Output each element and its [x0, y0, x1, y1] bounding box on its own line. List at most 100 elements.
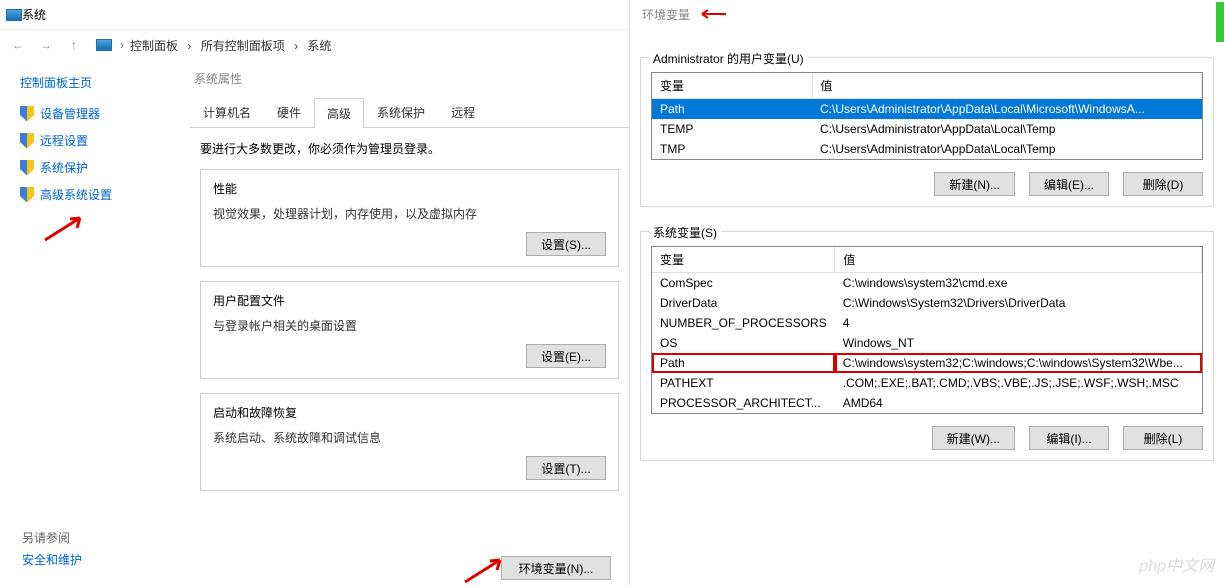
also-see-label: 另请参阅	[22, 529, 70, 546]
sidebar-item-label: 系统保护	[40, 159, 88, 176]
shield-icon	[20, 106, 34, 122]
breadcrumb-item[interactable]: 所有控制面板项	[201, 39, 285, 53]
sidebar-item-label: 高级系统设置	[40, 186, 112, 203]
forward-button[interactable]: →	[34, 33, 58, 57]
breadcrumb-item[interactable]: 控制面板	[130, 39, 178, 53]
sys-edit-button[interactable]: 编辑(I)...	[1029, 426, 1109, 450]
var-name-cell: TEMP	[652, 119, 812, 139]
column-header-variable[interactable]: 变量	[652, 73, 812, 99]
var-name-cell: PROCESSOR_ARCHITECT...	[652, 393, 835, 413]
user-edit-button[interactable]: 编辑(E)...	[1029, 172, 1109, 196]
table-row[interactable]: NUMBER_OF_PROCESSORS4	[652, 313, 1202, 333]
sidebar-item-protection[interactable]: 系统保护	[20, 159, 180, 176]
startup-settings-button[interactable]: 设置(T)...	[526, 456, 606, 480]
user-delete-button[interactable]: 删除(D)	[1123, 172, 1203, 196]
var-name-cell: OS	[652, 333, 835, 353]
var-value-cell: C:\Users\Administrator\AppData\Local\Tem…	[812, 119, 1202, 139]
user-profile-group: 用户配置文件 与登录帐户相关的桌面设置 设置(E)...	[200, 281, 619, 379]
sidebar-item-device-manager[interactable]: 设备管理器	[20, 105, 180, 122]
group-title: 用户配置文件	[213, 292, 606, 309]
user-new-button[interactable]: 新建(N)...	[934, 172, 1015, 196]
column-header-variable[interactable]: 变量	[652, 247, 835, 273]
shield-icon	[20, 187, 34, 203]
user-variables-fieldset: Administrator 的用户变量(U) 变量 值 PathC:\Users…	[640, 57, 1214, 207]
startup-recovery-group: 启动和故障恢复 系统启动、系统故障和调试信息 设置(T)...	[200, 393, 619, 491]
system-properties-title: 系统属性	[190, 70, 629, 87]
var-value-cell: C:\windows\system32;C:\windows;C:\window…	[835, 353, 1202, 373]
breadcrumb[interactable]: 控制面板 › 所有控制面板项 › 系统	[130, 37, 331, 54]
var-value-cell: 4	[835, 313, 1202, 333]
up-button[interactable]: ↑	[62, 33, 86, 57]
var-value-cell: .COM;.EXE;.BAT;.CMD;.VBS;.VBE;.JS;.JSE;.…	[835, 373, 1202, 393]
annotation-arrow-icon	[40, 212, 90, 242]
user-variables-label: Administrator 的用户变量(U)	[649, 50, 808, 67]
control-panel-sidebar: 控制面板主页 设备管理器 远程设置 系统保护 高级系统设置	[0, 60, 180, 586]
sidebar-home-link[interactable]: 控制面板主页	[20, 74, 180, 91]
table-row[interactable]: OSWindows_NT	[652, 333, 1202, 353]
var-value-cell: C:\Windows\System32\Drivers\DriverData	[835, 293, 1202, 313]
explorer-navbar: ← → ↑ › 控制面板 › 所有控制面板项 › 系统	[0, 30, 629, 60]
shield-icon	[20, 160, 34, 176]
table-row[interactable]: PATHEXT.COM;.EXE;.BAT;.CMD;.VBS;.VBE;.JS…	[652, 373, 1202, 393]
var-value-cell: C:\Users\Administrator\AppData\Local\Mic…	[812, 99, 1202, 120]
breadcrumb-item[interactable]: 系统	[307, 39, 331, 53]
var-value-cell: AMD64	[835, 393, 1202, 413]
group-desc: 系统启动、系统故障和调试信息	[213, 429, 606, 446]
var-value-cell: C:\windows\system32\cmd.exe	[835, 273, 1202, 294]
tab-remote[interactable]: 远程	[438, 97, 488, 127]
tab-protection[interactable]: 系统保护	[364, 97, 438, 127]
user-variables-table[interactable]: 变量 值 PathC:\Users\Administrator\AppData\…	[651, 72, 1203, 160]
watermark-text: php中文网	[1139, 552, 1214, 576]
var-name-cell: Path	[652, 99, 812, 120]
table-row[interactable]: DriverDataC:\Windows\System32\Drivers\Dr…	[652, 293, 1202, 313]
sidebar-item-label: 远程设置	[40, 132, 88, 149]
table-row[interactable]: ComSpecC:\windows\system32\cmd.exe	[652, 273, 1202, 294]
annotation-arrow-icon	[460, 554, 510, 584]
var-value-cell: C:\Users\Administrator\AppData\Local\Tem…	[812, 139, 1202, 159]
admin-required-note: 要进行大多数更改，你必须作为管理员登录。	[200, 140, 619, 157]
table-row[interactable]: TMPC:\Users\Administrator\AppData\Local\…	[652, 139, 1202, 159]
var-name-cell: DriverData	[652, 293, 835, 313]
var-name-cell: Path	[652, 353, 835, 373]
table-row[interactable]: TEMPC:\Users\Administrator\AppData\Local…	[652, 119, 1202, 139]
system-properties-tabs: 计算机名 硬件 高级 系统保护 远程	[190, 97, 629, 128]
breadcrumb-sep: ›	[120, 38, 124, 52]
security-maintenance-link[interactable]: 安全和维护	[22, 551, 82, 568]
var-value-cell: Windows_NT	[835, 333, 1202, 353]
scrollbar-indicator[interactable]	[1216, 2, 1224, 42]
tab-advanced[interactable]: 高级	[314, 98, 364, 128]
group-title: 启动和故障恢复	[213, 404, 606, 421]
performance-settings-button[interactable]: 设置(S)...	[526, 232, 606, 256]
system-variables-table[interactable]: 变量 值 ComSpecC:\windows\system32\cmd.exeD…	[651, 246, 1203, 414]
var-name-cell: NUMBER_OF_PROCESSORS	[652, 313, 835, 333]
sidebar-item-remote[interactable]: 远程设置	[20, 132, 180, 149]
sidebar-item-advanced[interactable]: 高级系统设置	[20, 186, 180, 203]
window-title: 系统	[22, 6, 46, 23]
system-variables-label: 系统变量(S)	[649, 224, 721, 241]
window-titlebar: 系统	[0, 0, 629, 30]
environment-variables-button[interactable]: 环境变量(N)...	[501, 556, 611, 580]
table-row[interactable]: PathC:\Users\Administrator\AppData\Local…	[652, 99, 1202, 120]
path-icon	[96, 39, 112, 51]
tab-computer-name[interactable]: 计算机名	[190, 97, 264, 127]
group-desc: 与登录帐户相关的桌面设置	[213, 317, 606, 334]
var-name-cell: ComSpec	[652, 273, 835, 294]
var-name-cell: TMP	[652, 139, 812, 159]
shield-icon	[20, 133, 34, 149]
system-variables-fieldset: 系统变量(S) 变量 值 ComSpecC:\windows\system32\…	[640, 231, 1214, 461]
user-profile-settings-button[interactable]: 设置(E)...	[526, 344, 606, 368]
tab-hardware[interactable]: 硬件	[264, 97, 314, 127]
env-dialog-title: 环境变量	[640, 4, 690, 27]
back-button[interactable]: ←	[6, 33, 30, 57]
column-header-value[interactable]: 值	[835, 247, 1202, 273]
table-row[interactable]: PROCESSOR_ARCHITECT...AMD64	[652, 393, 1202, 413]
sidebar-item-label: 设备管理器	[40, 105, 100, 122]
system-icon	[6, 9, 22, 21]
group-desc: 视觉效果，处理器计划，内存使用，以及虚拟内存	[213, 205, 606, 222]
annotation-arrow-icon	[698, 8, 728, 23]
table-row[interactable]: PathC:\windows\system32;C:\windows;C:\wi…	[652, 353, 1202, 373]
performance-group: 性能 视觉效果，处理器计划，内存使用，以及虚拟内存 设置(S)...	[200, 169, 619, 267]
sys-new-button[interactable]: 新建(W)...	[932, 426, 1015, 450]
column-header-value[interactable]: 值	[812, 73, 1202, 99]
sys-delete-button[interactable]: 删除(L)	[1123, 426, 1203, 450]
